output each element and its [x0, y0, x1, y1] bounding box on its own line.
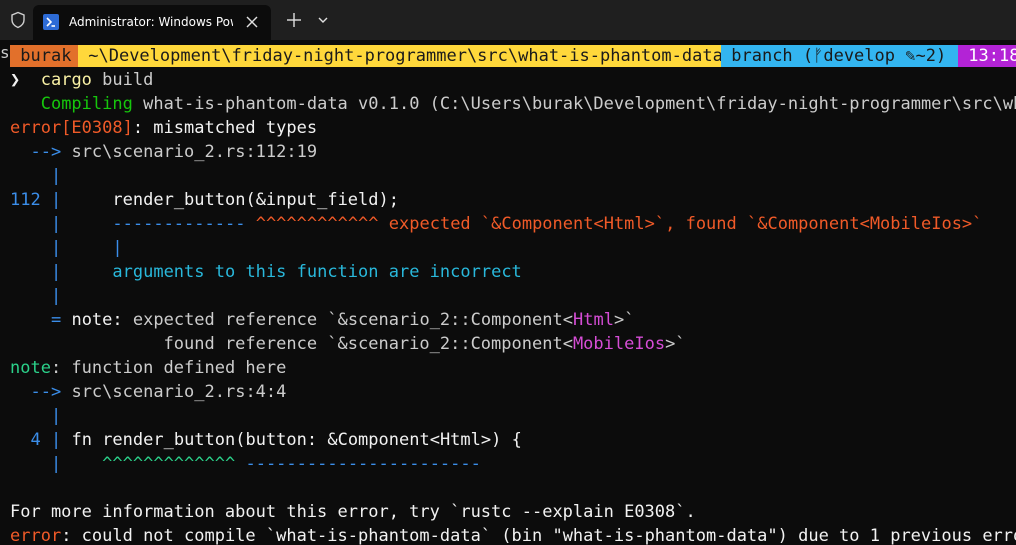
tab-title: Administrator: Windows PowerShell: [69, 15, 233, 29]
gutter-line: | |: [50, 238, 123, 258]
final-error-line: error: could not compile `what-is-phanto…: [10, 526, 1016, 545]
close-icon[interactable]: [241, 11, 263, 33]
edit-icon: ✎: [905, 46, 916, 66]
gutter-line: |: [50, 406, 62, 426]
command-arg: build: [102, 70, 154, 90]
plus-icon[interactable]: [283, 9, 305, 31]
prompt-user: burak: [10, 45, 78, 67]
prompt-time: 13:18: [958, 45, 1016, 67]
prompt-chevron: ❯: [10, 70, 21, 90]
error-underline: | ------------- ^^^^^^^^^^^^ expected `&…: [50, 214, 983, 234]
more-info-line: For more information about this error, t…: [10, 502, 696, 522]
gutter-line: |: [50, 286, 62, 306]
shield-icon[interactable]: [9, 11, 27, 29]
note-location: --> src\scenario_2.rs:4:4: [30, 382, 287, 402]
command-line: ❯ cargo build: [10, 68, 1016, 92]
terminal-tab[interactable]: Administrator: Windows PowerShell: [33, 5, 271, 40]
title-bar: Administrator: Windows PowerShell: [0, 0, 1016, 40]
prompt-git-status: branch (ᚠdevelop ✎~2): [721, 45, 958, 67]
note-function-defined: note: function defined here: [10, 358, 287, 378]
prompt-path: ~\Development\friday-night-programmer\sr…: [78, 45, 723, 67]
note-expected: = note: expected reference `&scenario_2:…: [50, 310, 635, 330]
terminal-output[interactable]: burak ~\Development\friday-night-program…: [0, 43, 1016, 545]
note-found: found reference `&scenario_2::Component<…: [163, 334, 686, 354]
code-line-112: 112 | render_button(&input_field);: [10, 190, 399, 210]
args-note: | arguments to this function are incorre…: [50, 262, 522, 282]
error-header: error[E0308]: mismatched types: [10, 118, 318, 138]
definition-underline: | ^^^^^^^^^^^^^ -----------------------: [50, 454, 481, 474]
compiling-line: Compiling what-is-phantom-data v0.1.0 (C…: [40, 94, 1016, 114]
chevron-down-icon[interactable]: [312, 9, 334, 31]
branch-icon: ᚠ: [813, 46, 824, 66]
gutter-line: |: [50, 166, 62, 186]
command: cargo: [40, 70, 92, 90]
powershell-icon: [43, 14, 59, 30]
error-location: --> src\scenario_2.rs:112:19: [30, 142, 318, 162]
code-line-4: 4 | fn render_button(button: &Component<…: [30, 430, 522, 450]
